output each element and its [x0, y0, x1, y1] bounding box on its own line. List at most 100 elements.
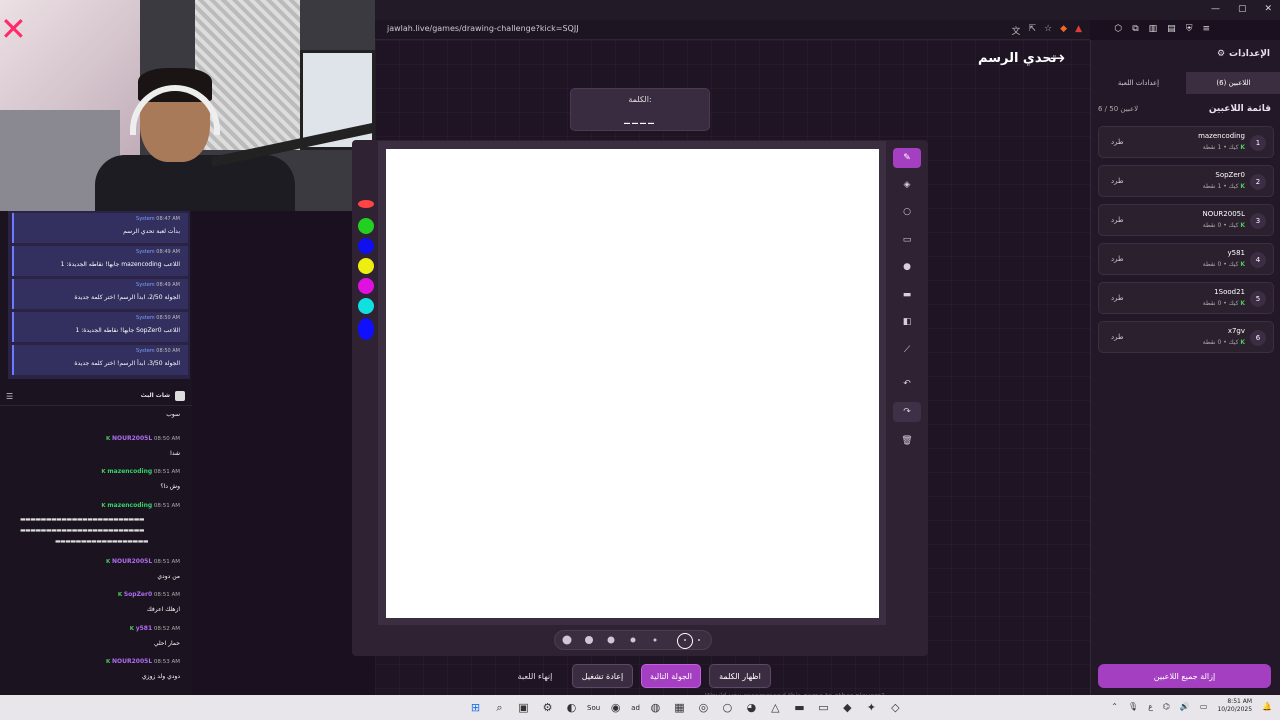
windows-start-icon[interactable]: ⊞ [467, 699, 484, 716]
settings-header: الإعدادات ⚙ [1217, 49, 1270, 59]
undo-icon[interactable]: ↶ [893, 374, 921, 394]
maximize-icon[interactable]: ▢ [1238, 4, 1247, 14]
bookmark-icon[interactable]: ☆ [1044, 24, 1052, 37]
minimize-icon[interactable]: — [1211, 4, 1220, 14]
back-arrow-icon[interactable]: → [1050, 48, 1065, 69]
end-game-button[interactable]: إنهاء اللعبة [505, 664, 565, 688]
discord-icon[interactable]: ◉ [607, 699, 624, 716]
search-icon[interactable]: ⌕ [491, 699, 508, 716]
mic-icon[interactable]: 🎙 [1128, 702, 1138, 711]
brush-size-option[interactable] [562, 635, 572, 645]
chevron-up-icon[interactable]: ⌃ [1111, 702, 1118, 711]
brave-icon[interactable]: ◆ [839, 699, 856, 716]
chat-message: K NOUR2005L 08:50 AM شدا [10, 435, 180, 457]
chat-username[interactable]: SopZer0 [124, 591, 152, 598]
translate-icon[interactable]: 文 [1012, 24, 1021, 37]
circle-fill-icon[interactable]: ● [893, 257, 921, 277]
rewards-icon[interactable]: ▲ [1075, 24, 1082, 37]
color-swatch[interactable] [358, 318, 374, 340]
language-indicator[interactable]: ع [1148, 702, 1153, 711]
obs-icon[interactable]: ◎ [695, 699, 712, 716]
line-icon[interactable]: ⟋ [893, 340, 921, 360]
restart-button[interactable]: إعادة تشغيل [572, 664, 633, 688]
volume-icon[interactable]: 🔊 [1180, 702, 1190, 711]
rectangle-outline-icon[interactable]: ▭ [893, 230, 921, 250]
kick-player-button[interactable]: طرد [1111, 333, 1124, 341]
brave-shield-icon[interactable]: ◆ [1060, 24, 1067, 37]
kick-player-button[interactable]: طرد [1111, 255, 1124, 263]
system-time: 08:49 AM [156, 282, 180, 288]
fill-bucket-icon[interactable]: ◧ [893, 312, 921, 332]
chat-username[interactable]: NOUR2005L [112, 558, 152, 565]
brush-size-option[interactable] [585, 636, 593, 644]
wallet-icon[interactable]: ▤ [1167, 24, 1176, 34]
trash-icon[interactable]: 🗑 [893, 431, 921, 451]
chrome-icon[interactable]: ◕ [743, 699, 760, 716]
kick-player-button[interactable]: طرد [1111, 216, 1124, 224]
drawing-canvas[interactable] [386, 149, 879, 618]
chat-username[interactable]: NOUR2005L [112, 658, 152, 665]
reveal-word-button[interactable]: اظهار الكلمة [709, 664, 771, 688]
rectangle-fill-icon[interactable]: ▬ [893, 285, 921, 305]
calculator-icon[interactable]: ▦ [671, 699, 688, 716]
extension-icon[interactable]: ⬡ [1114, 24, 1122, 34]
color-swatch[interactable] [358, 298, 374, 314]
menu-icon[interactable]: ≡ [1202, 24, 1210, 34]
redo-icon[interactable]: ↷ [893, 402, 921, 422]
close-icon[interactable]: ✕ [1264, 4, 1272, 14]
app-icon[interactable]: ✦ [863, 699, 880, 716]
circle-outline-icon[interactable]: ○ [893, 202, 921, 222]
chat-menu-icon[interactable]: ☰ [6, 392, 13, 401]
app-icon[interactable]: ◇ [887, 699, 904, 716]
kick-player-button[interactable]: طرد [1111, 138, 1124, 146]
chat-username[interactable]: mazencoding [107, 468, 152, 475]
puzzle-icon[interactable]: ⧉ [1132, 24, 1138, 34]
app-icon[interactable]: ○ [719, 699, 736, 716]
brush-size-selected[interactable] [677, 633, 693, 649]
player-meta: K كيك • 0 نقطة [1203, 261, 1245, 268]
color-swatch[interactable] [358, 258, 374, 274]
brush-size-option[interactable] [607, 636, 615, 644]
kick-platform-icon: K [1240, 300, 1245, 307]
kick-player-button[interactable]: طرد [1111, 294, 1124, 302]
url-text[interactable]: jawlah.live/games/drawing-challenge?kick… [387, 24, 579, 33]
eraser-icon[interactable]: ◈ [893, 175, 921, 195]
color-swatch[interactable] [358, 218, 374, 234]
kick-platform-icon: K [1240, 183, 1245, 190]
tab-players[interactable]: اللاعبين (6) [1186, 72, 1280, 94]
taskbar-app-label[interactable]: ad [631, 704, 640, 712]
kick-player-button[interactable]: طرد [1111, 177, 1124, 185]
remove-all-players-button[interactable]: إزالة جميع اللاعبين [1098, 664, 1271, 688]
chat-username[interactable]: NOUR2005L [112, 435, 152, 442]
share-icon[interactable]: ⇱ [1029, 24, 1037, 37]
app-icon[interactable]: ▭ [815, 699, 832, 716]
color-swatch[interactable] [358, 278, 374, 294]
app-icon[interactable]: ◍ [647, 699, 664, 716]
sidebar-icon[interactable]: ▥ [1149, 24, 1158, 34]
brush-size-option[interactable] [653, 638, 657, 642]
address-bar[interactable]: jawlah.live/games/drawing-challenge?kick… [375, 20, 1090, 40]
color-swatch[interactable] [358, 200, 374, 208]
clock[interactable]: 8:51 AM 10/20/2025 [1217, 698, 1252, 714]
adobe-icon[interactable]: △ [767, 699, 784, 716]
tab-game-settings[interactable]: إعدادات اللعبة [1091, 72, 1186, 94]
color-swatch[interactable] [358, 238, 374, 254]
app-icon[interactable]: ▬ [791, 699, 808, 716]
brush-size-option[interactable] [698, 639, 700, 641]
brush-size-option[interactable] [630, 637, 636, 643]
chat-username[interactable]: y581 [136, 625, 152, 632]
task-view-icon[interactable]: ▣ [515, 699, 532, 716]
settings-app-icon[interactable]: ⚙ [539, 699, 556, 716]
battery-icon[interactable]: ▭ [1200, 702, 1208, 711]
chat-message: K mazencoding 08:51 AM [10, 502, 180, 517]
next-round-button[interactable]: الجولة التالية [641, 664, 701, 688]
vpn-icon[interactable]: ⛨ [1186, 24, 1193, 34]
webcam-feed: ✕ [0, 0, 375, 211]
notification-bell-icon[interactable]: 🔔 [1262, 702, 1272, 711]
chat-long-text: ▬▬▬▬▬▬▬▬▬▬▬▬▬▬▬▬▬▬▬▬▬▬▬▬ [20, 527, 145, 534]
app-icon[interactable]: ◐ [563, 699, 580, 716]
chat-username[interactable]: mazencoding [107, 502, 152, 509]
taskbar-app-label[interactable]: Sou [587, 704, 600, 712]
network-icon[interactable]: ⌬ [1163, 702, 1170, 711]
pencil-icon[interactable]: ✎ [893, 148, 921, 168]
